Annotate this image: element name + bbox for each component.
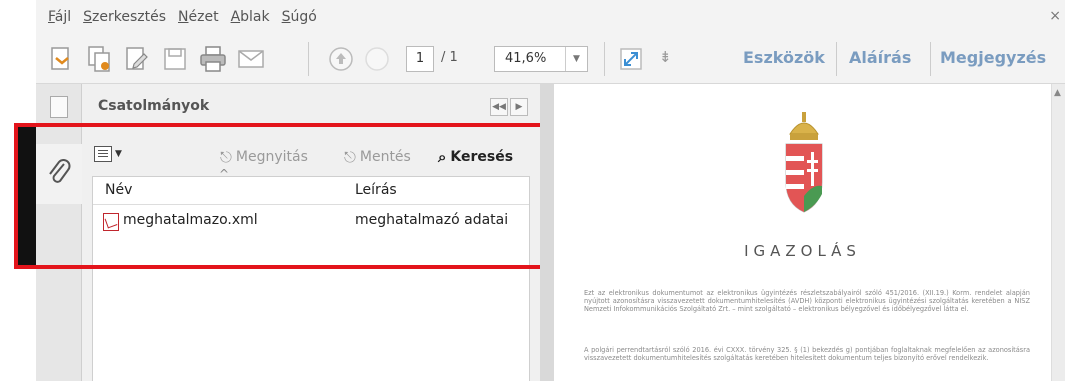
expand-panel-icon[interactable]: ▶ — [510, 98, 528, 116]
panel-title: Csatolmányok — [98, 98, 210, 114]
attachment-description: meghatalmazó adatai — [355, 212, 509, 228]
black-bar — [18, 127, 36, 265]
open-attachment-button[interactable]: ⎋ Megnyitás — [220, 148, 308, 166]
zoom-select[interactable]: 41,6% ▼ — [494, 46, 588, 72]
paperclip-save-icon: ⎋ — [344, 148, 356, 166]
next-page-icon[interactable] — [362, 44, 392, 74]
menu-bar: Fájl Szerkesztés Nézet Ablak Súgó × — [36, 0, 1065, 34]
column-header-description[interactable]: Leírás — [355, 182, 397, 198]
chevron-down-icon: ▼ — [115, 149, 122, 159]
navigation-pane — [36, 84, 82, 381]
document-heading: IGAZOLÁS — [744, 242, 861, 260]
panel-arrows: ◀◀ ▶ — [488, 98, 528, 116]
previous-page-icon[interactable] — [326, 44, 356, 74]
panel-splitter[interactable] — [540, 84, 554, 381]
list-view-icon — [94, 146, 112, 162]
collapse-panel-icon[interactable]: ◀◀ — [490, 98, 508, 116]
menu-file[interactable]: Fájl — [48, 9, 71, 25]
menu-window[interactable]: Ablak — [231, 9, 270, 25]
menu-edit[interactable]: Szerkesztés — [83, 9, 166, 25]
attachments-list: ^ Név Leírás meghatalmazo.xml meghatalma… — [92, 167, 530, 381]
attachment-name: meghatalmazo.xml — [123, 212, 258, 228]
column-header-name[interactable]: Név — [105, 182, 132, 198]
attachments-toolbar: ▼ ⎋ Megnyitás ⎋ Mentés ⌕ Keresés — [82, 136, 540, 176]
attachments-panel: Csatolmányok ◀◀ ▶ ▼ ⎋ Megnyitás ⎋ Mentés… — [82, 84, 540, 381]
document-view: IGAZOLÁS Ezt az elektronikus dokumentumo… — [554, 84, 1051, 381]
create-pdf-icon[interactable] — [46, 44, 76, 74]
toolbar-separator — [308, 42, 309, 76]
save-label: Mentés — [359, 149, 411, 165]
chevron-down-icon[interactable]: ▼ — [565, 47, 587, 71]
page-number-input[interactable]: 1 — [406, 46, 434, 72]
vertical-scrollbar[interactable]: ▲ — [1051, 84, 1065, 381]
print-icon[interactable] — [198, 44, 228, 74]
document-paragraph: A polgári perrendtartásról szóló 2016. é… — [584, 346, 1030, 362]
toolbar-separator — [604, 42, 605, 76]
comment-link[interactable]: Megjegyzés — [940, 48, 1046, 67]
toolbar-overflow-icon[interactable]: ⇟ — [659, 48, 672, 66]
open-label: Megnyitás — [235, 149, 308, 165]
combine-files-icon[interactable] — [84, 44, 114, 74]
list-item[interactable]: meghatalmazo.xml meghatalmazó adatai — [93, 211, 529, 235]
sort-caret-icon: ^ — [219, 167, 230, 181]
close-icon[interactable]: × — [1049, 8, 1061, 24]
edit-document-icon[interactable] — [122, 44, 152, 74]
search-label: Keresés — [450, 149, 514, 165]
menu-view[interactable]: Nézet — [178, 9, 219, 25]
tools-link[interactable]: Eszközök — [743, 48, 825, 67]
main-toolbar: 1 / 1 41,6% ▼ ⇟ Eszközök Aláírás Megjegy… — [36, 34, 1065, 84]
page-total: / 1 — [441, 50, 458, 65]
paperclip-icon — [49, 159, 71, 183]
document-paragraph: Ezt az elektronikus dokumentumot az elek… — [584, 289, 1030, 313]
scroll-up-icon[interactable]: ▲ — [1054, 88, 1061, 98]
coat-of-arms-icon — [785, 112, 823, 213]
save-icon[interactable] — [160, 44, 190, 74]
toolbar-separator — [836, 42, 837, 76]
search-attachment-button[interactable]: ⌕ Keresés — [438, 148, 513, 166]
email-icon[interactable] — [236, 44, 266, 74]
attachments-tab[interactable] — [36, 144, 82, 204]
toolbar-separator — [930, 42, 931, 76]
paperclip-open-icon: ⎋ — [220, 148, 232, 166]
page-thumbnails-icon[interactable] — [50, 96, 68, 118]
save-attachment-button[interactable]: ⎋ Mentés — [344, 148, 411, 166]
fit-page-icon[interactable] — [616, 44, 646, 74]
menu-help[interactable]: Súgó — [282, 9, 317, 25]
sign-link[interactable]: Aláírás — [849, 48, 911, 67]
view-options-button[interactable]: ▼ — [94, 146, 122, 162]
attachment-file-icon — [103, 213, 119, 231]
binoculars-icon: ⌕ — [438, 148, 447, 166]
zoom-value: 41,6% — [505, 51, 547, 66]
list-header: ^ Név Leírás — [93, 167, 529, 205]
